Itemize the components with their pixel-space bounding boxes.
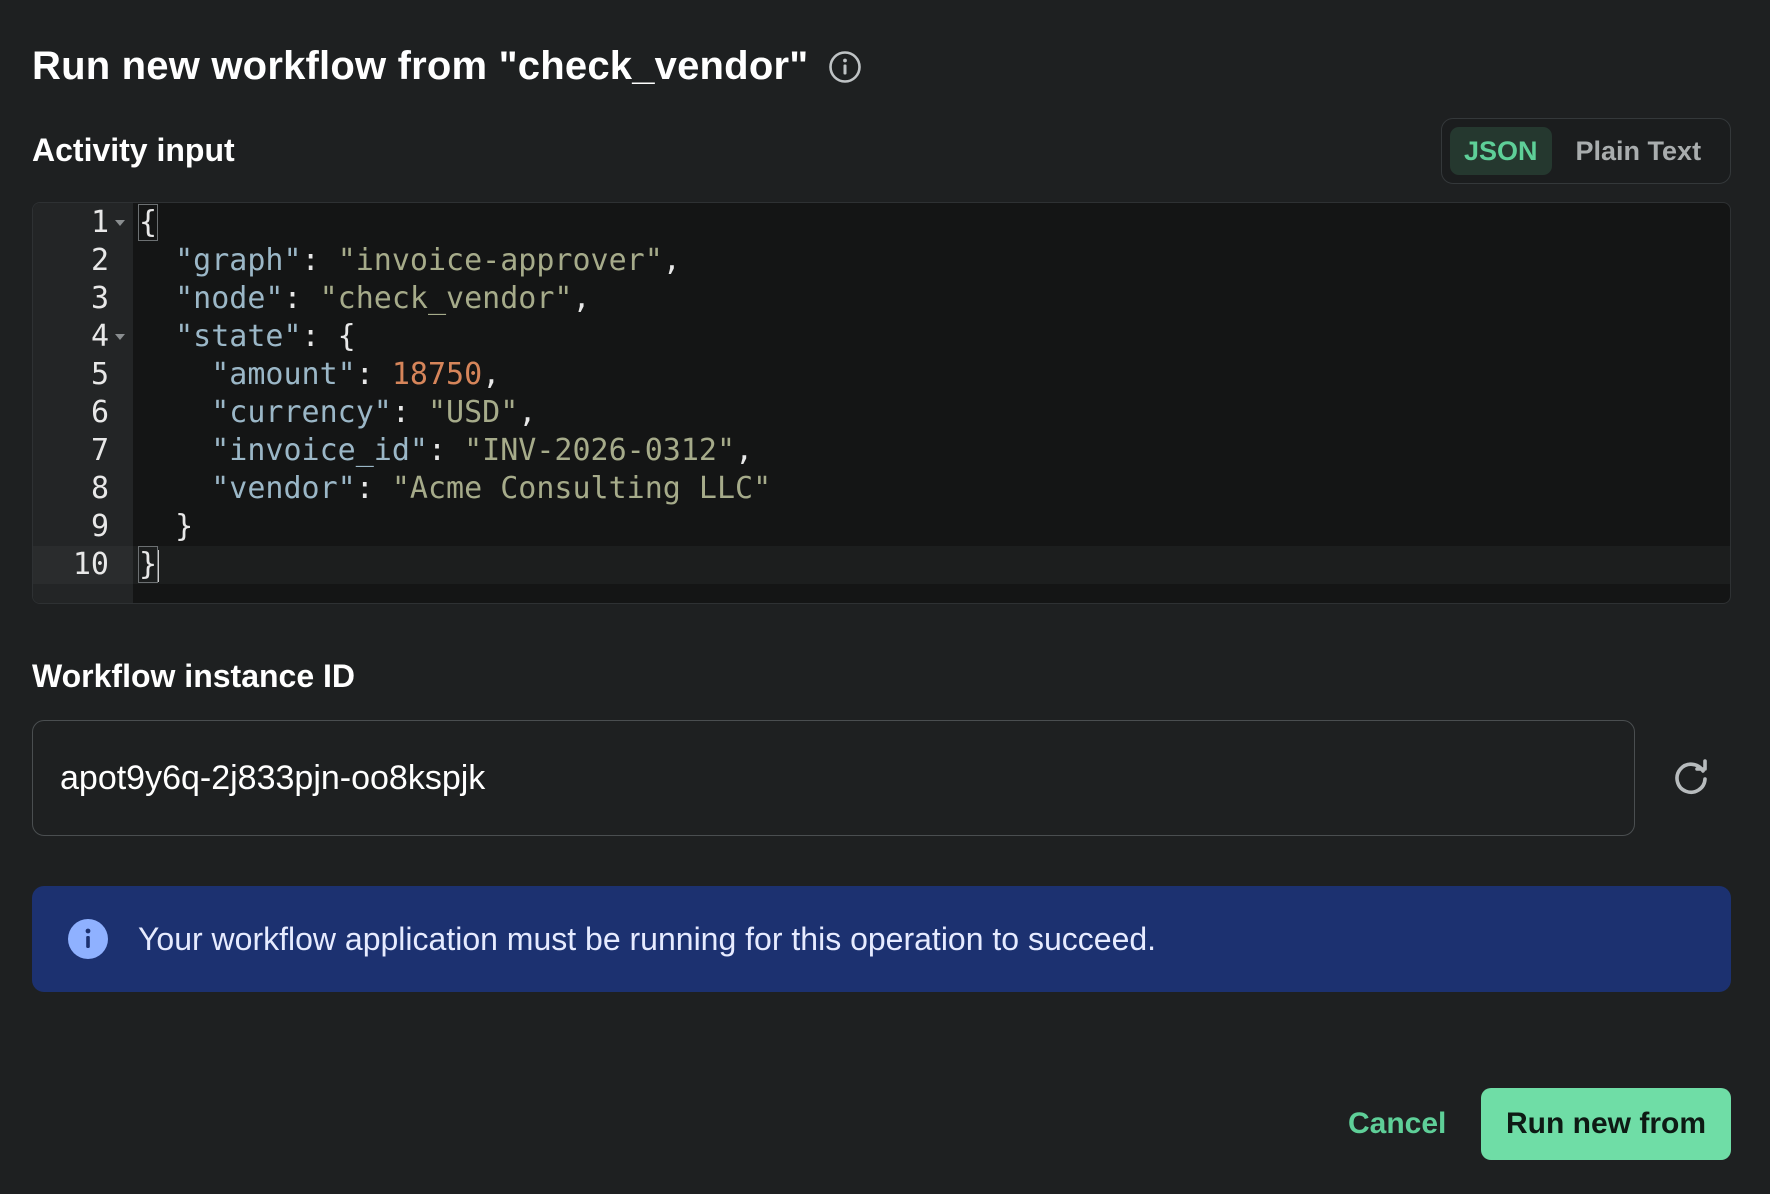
json-key: "currency" <box>211 395 392 430</box>
info-icon[interactable] <box>828 50 862 84</box>
activity-input-label: Activity input <box>32 132 235 168</box>
line-number: 3 <box>90 281 109 316</box>
code-line: 4 "state": { <box>33 318 1730 356</box>
line-number: 2 <box>90 243 109 278</box>
dialog-title: Run new workflow from "check_vendor" <box>32 44 809 88</box>
line-number: 6 <box>90 395 109 430</box>
line-number: 7 <box>90 433 109 468</box>
fold-arrow-icon[interactable] <box>115 220 125 226</box>
json-key: "node" <box>175 281 284 316</box>
json-key: "vendor" <box>211 471 356 506</box>
workflow-instance-id-input[interactable] <box>32 720 1635 836</box>
code-line: 3 "node": "check_vendor", <box>33 280 1730 318</box>
workflow-instance-id-label: Workflow instance ID <box>32 658 356 694</box>
run-new-from-button[interactable]: Run new from <box>1481 1088 1731 1160</box>
alert-message: Your workflow application must be runnin… <box>138 920 1157 957</box>
current-code-line: 10 } <box>33 546 1730 584</box>
line-number: 5 <box>90 357 109 392</box>
line-number: 4 <box>90 319 109 354</box>
info-icon <box>68 919 108 959</box>
json-string: "check_vendor" <box>319 281 573 316</box>
code-line: 7 "invoice_id": "INV-2026-0312", <box>33 432 1730 470</box>
line-number: 10 <box>72 547 109 582</box>
run-workflow-dialog: Run new workflow from "check_vendor" Act… <box>0 0 1770 1194</box>
json-key: "invoice_id" <box>211 433 428 468</box>
code-line: 5 "amount": 18750, <box>33 356 1730 394</box>
format-toggle: JSON Plain Text <box>1441 118 1731 184</box>
line-number: 9 <box>90 509 109 544</box>
code-line: 8 "vendor": "Acme Consulting LLC" <box>33 470 1730 508</box>
text-cursor <box>157 549 160 582</box>
refresh-icon[interactable] <box>1670 758 1712 800</box>
format-plain-text-button[interactable]: Plain Text <box>1562 127 1716 175</box>
fold-arrow-icon[interactable] <box>115 334 125 340</box>
info-alert: Your workflow application must be runnin… <box>32 886 1731 992</box>
json-key: "amount" <box>211 357 356 392</box>
json-key: "state" <box>175 319 302 354</box>
line-number: 8 <box>90 471 109 506</box>
code-line: 6 "currency": "USD", <box>33 394 1730 432</box>
code-line: 9 } <box>33 508 1730 546</box>
code-line: 2 "graph": "invoice-approver", <box>33 242 1730 280</box>
line-number: 1 <box>90 205 109 240</box>
format-json-button[interactable]: JSON <box>1450 127 1552 175</box>
json-string: "Acme Consulting LLC" <box>391 471 772 506</box>
json-string: "invoice-approver" <box>337 243 663 278</box>
json-key: "graph" <box>175 243 302 278</box>
code-line: 1 { <box>33 204 1730 242</box>
json-string: "USD" <box>428 395 519 430</box>
json-number: 18750 <box>391 357 483 392</box>
activity-input-editor[interactable]: 1 { 2 "graph": "invoice-approver", 3 "no… <box>32 202 1731 604</box>
json-string: "INV-2026-0312" <box>464 433 736 468</box>
title-row: Run new workflow from "check_vendor" <box>32 44 862 89</box>
cancel-button[interactable]: Cancel <box>1320 1092 1474 1156</box>
